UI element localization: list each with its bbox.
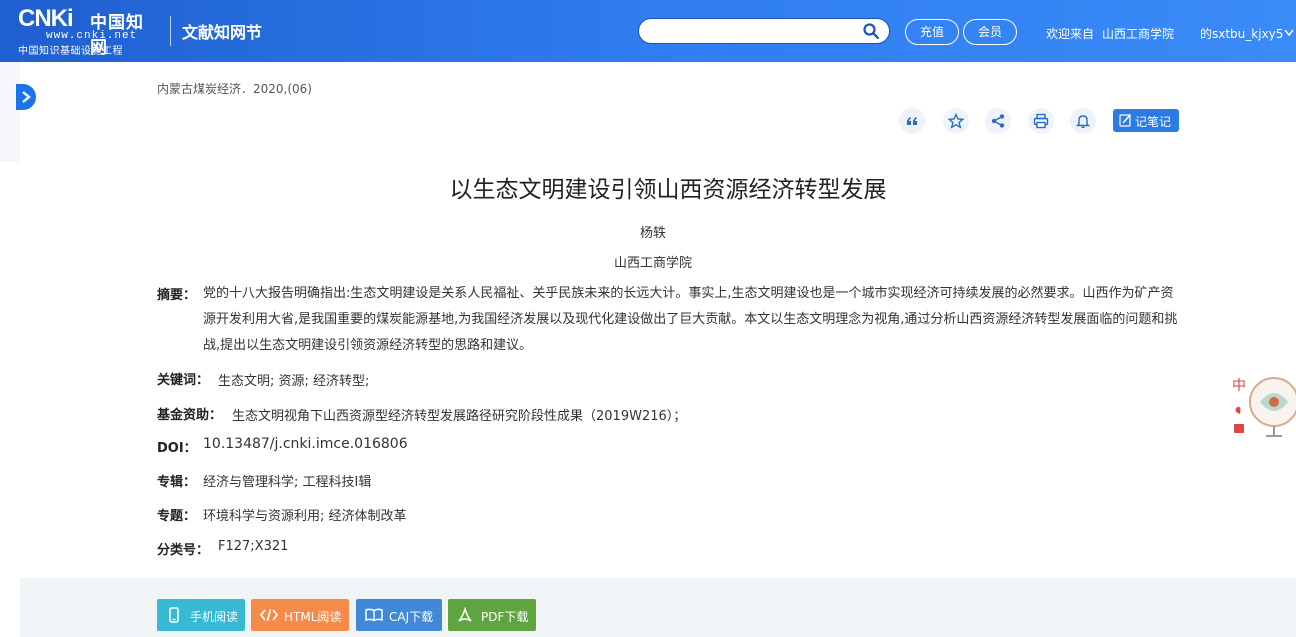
- author-affiliation[interactable]: 山西工商学院: [0, 252, 1296, 271]
- cnki-logo[interactable]: CNKi 中国知网 www.cnki.net 中国知识基础设施工程: [18, 5, 160, 58]
- welcome-label: 欢迎来自: [1046, 27, 1095, 41]
- mobile-read-button[interactable]: 手机阅读: [157, 599, 245, 631]
- book-icon: [365, 608, 383, 622]
- album-label: 专辑：: [157, 475, 197, 490]
- pdf-download-label: PDF下载: [481, 610, 529, 624]
- share-button[interactable]: [985, 108, 1011, 134]
- logo-subtitle: 中国知识基础设施工程: [18, 46, 123, 57]
- recharge-button[interactable]: 充值: [905, 19, 959, 45]
- abstract-label: 摘要：: [157, 288, 197, 303]
- print-button[interactable]: [1028, 108, 1054, 134]
- expand-sidebar-button[interactable]: [16, 84, 36, 110]
- pdf-download-button[interactable]: PDF下载: [448, 599, 536, 631]
- quote-icon: [906, 117, 917, 125]
- mobile-read-label: 手机阅读: [190, 610, 239, 624]
- logo-url: www.cnki.net: [46, 30, 138, 42]
- caj-download-button[interactable]: CAJ下载: [356, 599, 442, 631]
- take-note-button[interactable]: 记笔记: [1113, 109, 1179, 132]
- section-title[interactable]: 文献知网节: [182, 19, 262, 43]
- floating-service-widget[interactable]: 中: [1226, 368, 1296, 440]
- keywords-label: 关键词：: [157, 373, 210, 388]
- quote-button[interactable]: [899, 108, 925, 134]
- journal-source[interactable]: 内蒙古煤炭经济．2020,(06): [157, 80, 312, 97]
- subscribe-button[interactable]: [1070, 108, 1096, 134]
- code-icon: [260, 608, 278, 622]
- fund-value[interactable]: 生态文明视角下山西资源型经济转型发展路径研究阶段性成果（2019W216）；: [232, 405, 686, 424]
- caj-download-label: CAJ下载: [389, 610, 434, 624]
- welcome-text: 欢迎来自 山西工商学院: [1046, 25, 1174, 42]
- member-button[interactable]: 会员: [963, 19, 1017, 45]
- search-icon[interactable]: [863, 23, 879, 39]
- classification-value: F127;X321: [218, 539, 289, 554]
- organization-link[interactable]: 山西工商学院: [1102, 27, 1174, 41]
- html-read-button[interactable]: HTML阅读: [251, 599, 349, 631]
- album-value: 经济与管理科学; 工程科技Ⅰ辑: [203, 475, 372, 490]
- doi-label: DOI：: [157, 441, 197, 456]
- classification-label: 分类号：: [157, 543, 210, 558]
- doi-value: 10.13487/j.cnki.imce.016806: [203, 436, 408, 452]
- left-rail: [0, 62, 20, 162]
- bell-icon: [1075, 115, 1091, 129]
- article-title: 以生态文明建设引领山西资源经济转型发展: [449, 177, 887, 203]
- pdf-icon: [458, 607, 472, 622]
- search-box[interactable]: [638, 18, 890, 44]
- chevron-down-icon[interactable]: [1284, 29, 1294, 37]
- abstract-text: 党的十八大报告明确指出:生态文明建设是关系人民福祉、关乎民族未来的长远大计。事实…: [203, 286, 1178, 353]
- print-icon: [1033, 113, 1049, 129]
- star-icon: [948, 113, 964, 129]
- share-icon: [991, 114, 1005, 128]
- widget-char: 中: [1232, 378, 1246, 394]
- fund-label: 基金资助：: [157, 408, 223, 423]
- user-account[interactable]: 的sxtbu_kjxy5: [1200, 25, 1283, 42]
- take-note-label: 记笔记: [1135, 115, 1172, 129]
- html-read-label: HTML阅读: [284, 610, 342, 624]
- top-header: CNKi 中国知网 www.cnki.net 中国知识基础设施工程 文献知网节 …: [0, 0, 1296, 62]
- author-name[interactable]: 杨轶: [0, 222, 1296, 241]
- pencil-icon: [1119, 113, 1132, 127]
- keywords-value[interactable]: 生态文明; 资源; 经济转型;: [218, 370, 369, 389]
- topic-label: 专题：: [157, 509, 197, 524]
- search-input[interactable]: [649, 22, 859, 40]
- logo-brand: CNKi: [18, 5, 74, 32]
- chevron-right-icon: [22, 91, 31, 103]
- favorite-button[interactable]: [943, 108, 969, 134]
- logo-divider: [170, 16, 171, 46]
- mobile-icon: [169, 607, 179, 623]
- topic-value: 环境科学与资源利用; 经济体制改革: [203, 509, 407, 524]
